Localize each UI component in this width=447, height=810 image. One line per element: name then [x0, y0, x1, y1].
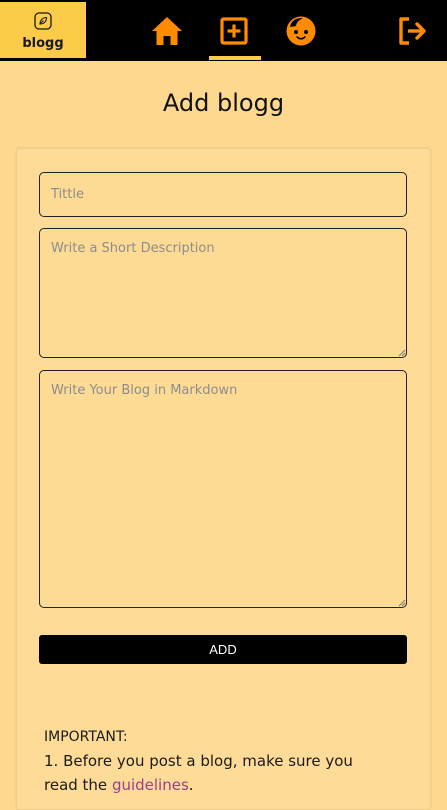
add-square-icon[interactable]: [217, 14, 251, 48]
guidelines-link[interactable]: guidelines: [112, 776, 189, 794]
notice-line-2: read the guidelines.: [44, 773, 414, 797]
notice-heading: IMPORTANT:: [44, 729, 128, 745]
title-input[interactable]: [39, 172, 407, 217]
notice-line-1: 1. Before you post a blog, make sure you: [44, 749, 414, 773]
important-notice: IMPORTANT: 1. Before you post a blog, ma…: [44, 727, 414, 797]
logout-icon[interactable]: [395, 14, 429, 48]
short-description-textarea[interactable]: [39, 228, 407, 358]
add-blog-form: ADD IMPORTANT: 1. Before you post a blog…: [16, 148, 431, 810]
top-navbar: blogg: [0, 0, 447, 61]
resize-handle-icon[interactable]: [398, 349, 406, 357]
active-tab-indicator: [209, 56, 261, 60]
markdown-body-textarea[interactable]: [39, 370, 407, 608]
logo[interactable]: blogg: [0, 2, 86, 58]
add-button[interactable]: ADD: [39, 635, 407, 664]
notice-line-2-text: read the: [44, 776, 112, 794]
leaf-logo-icon: [34, 12, 52, 30]
resize-handle-icon[interactable]: [398, 599, 406, 607]
page-title: Add blogg: [162, 89, 285, 117]
notice-line-2-end: .: [188, 776, 194, 794]
home-icon[interactable]: [150, 14, 184, 48]
logo-text: blogg: [22, 36, 64, 51]
face-icon[interactable]: [284, 14, 318, 48]
notice-line-1-text: 1. Before you post a blog, make sure you: [44, 752, 353, 770]
